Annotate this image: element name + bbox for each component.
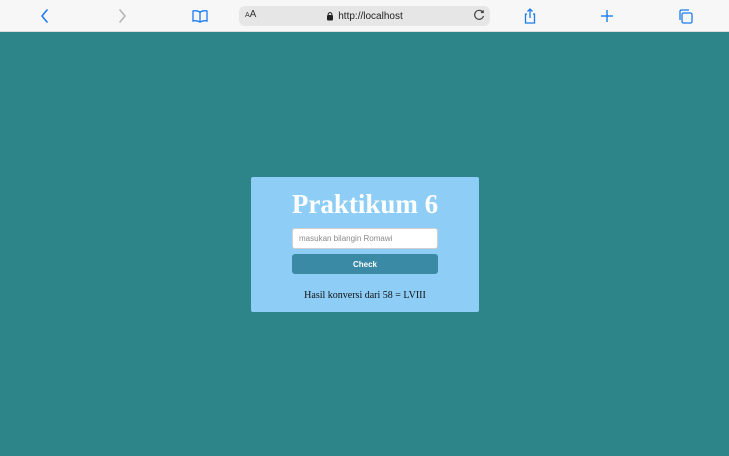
roman-number-input[interactable] <box>292 228 438 249</box>
forward-button[interactable] <box>112 6 132 26</box>
book-icon <box>192 10 208 23</box>
chevron-left-icon <box>41 9 48 23</box>
share-icon <box>524 8 536 24</box>
lock-icon <box>327 12 334 21</box>
reload-icon <box>474 9 485 20</box>
plus-icon <box>601 10 613 22</box>
back-button[interactable] <box>35 6 55 26</box>
browser-toolbar: AA http://localhost <box>0 0 729 32</box>
new-tab-button[interactable] <box>597 6 617 26</box>
page-title: Praktikum 6 <box>291 189 439 219</box>
tabs-button[interactable] <box>675 6 695 26</box>
check-button[interactable]: Check <box>292 254 438 274</box>
bookmarks-button[interactable] <box>190 6 210 26</box>
url-text: http://localhost <box>338 10 403 22</box>
converter-card: Praktikum 6 Check Hasil konversi dari 58… <box>251 177 479 312</box>
chevron-right-icon <box>119 9 126 23</box>
share-button[interactable] <box>520 6 540 26</box>
url-container: http://localhost <box>239 6 490 26</box>
address-bar[interactable]: AA http://localhost <box>239 6 490 26</box>
reload-button[interactable] <box>472 8 486 27</box>
conversion-result: Hasil konversi dari 58 = LVIII <box>304 290 426 301</box>
tabs-icon <box>678 8 693 24</box>
